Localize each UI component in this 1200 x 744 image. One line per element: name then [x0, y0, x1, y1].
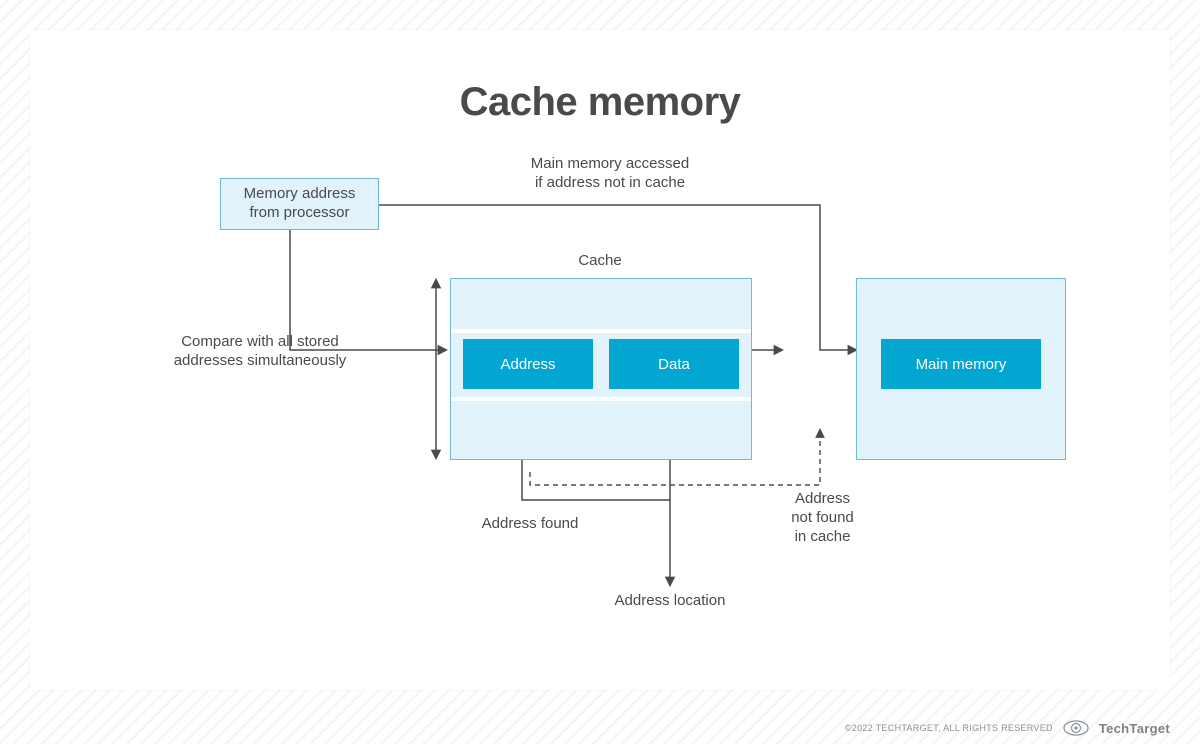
brand-name: TechTarget [1099, 721, 1170, 736]
label-cache: Cache [450, 252, 750, 271]
cache-address-cell: Address [463, 339, 593, 389]
label-address-location: Address location [585, 592, 755, 611]
techtarget-eye-icon [1063, 720, 1089, 736]
mm-right-edge [1065, 279, 1066, 459]
arrow-proc-to-cache [290, 230, 446, 350]
main-memory-cell: Main memory [881, 339, 1041, 389]
cache-divider-bottom [451, 397, 751, 401]
cache-data-cell-label: Data [658, 356, 690, 373]
label-main-memory-accessed: Main memory accessed if address not in c… [480, 155, 740, 193]
page-footer: ©2022 TECHTARGET, ALL RIGHTS RESERVED Te… [845, 720, 1170, 736]
copyright-text: ©2022 TECHTARGET, ALL RIGHTS RESERVED [845, 723, 1053, 733]
main-memory-cell-label: Main memory [916, 356, 1007, 373]
cache-block: Address Data [450, 278, 752, 460]
label-compare-addresses: Compare with all stored addresses simult… [160, 333, 360, 371]
cache-address-cell-label: Address [500, 356, 555, 373]
diagram-stage: Cache memory [30, 30, 1170, 690]
mm-left-edge [856, 279, 857, 459]
cache-data-cell: Data [609, 339, 739, 389]
memory-address-label: Memory address from processor [244, 185, 356, 223]
main-memory-frame: Main memory [856, 278, 1066, 460]
label-address-not-found: Address not found in cache [765, 490, 880, 546]
diagram-canvas: Cache memory [30, 30, 1170, 690]
label-address-found: Address found [450, 515, 610, 534]
memory-address-box: Memory address from processor [220, 178, 379, 230]
